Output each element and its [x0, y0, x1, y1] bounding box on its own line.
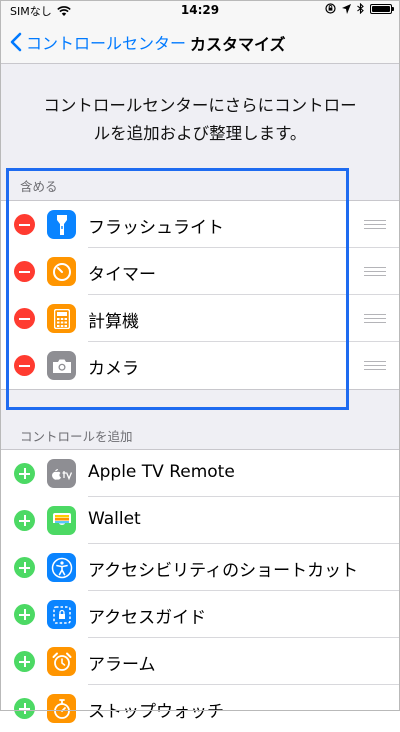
- list-item: 計算機: [0, 294, 400, 342]
- accessibility-icon: [47, 553, 76, 582]
- description: コントロールセンターにさらにコントロー ルを追加および整理します。: [20, 92, 380, 148]
- remove-button[interactable]: [14, 308, 35, 329]
- add-button[interactable]: [14, 651, 35, 672]
- list-item: アクセシビリティのショートカット: [0, 543, 400, 591]
- included-section-header: 含める: [20, 179, 58, 194]
- list-item: ストップウォッチ: [0, 684, 400, 732]
- reorder-handle[interactable]: [364, 361, 386, 370]
- navigation-bar: コントロールセンター カスタマイズ: [0, 20, 400, 64]
- list-item: Apple TV Remote: [0, 450, 400, 497]
- flashlight-icon: [47, 210, 76, 239]
- list-item: フラッシュライト: [0, 201, 400, 248]
- bluetooth-icon: [357, 3, 364, 14]
- reorder-handle[interactable]: [364, 220, 386, 229]
- item-label: Apple TV Remote: [88, 462, 235, 482]
- guided-access-icon: [47, 600, 76, 629]
- location-icon: [342, 3, 351, 14]
- add-button[interactable]: [14, 557, 35, 578]
- item-label: タイマー: [88, 265, 156, 285]
- list-item: カメラ: [0, 341, 400, 389]
- stopwatch-icon: [47, 694, 76, 723]
- item-label: アクセスガイド: [88, 608, 207, 628]
- back-button[interactable]: コントロールセンター: [10, 30, 186, 54]
- add-button[interactable]: [14, 604, 35, 625]
- chevron-left-icon: [10, 32, 22, 52]
- battery-icon: [370, 3, 394, 14]
- remove-button[interactable]: [14, 261, 35, 282]
- status-bar: SIMなし 14:29: [0, 0, 400, 20]
- add-section-header: コントロールを追加: [20, 429, 133, 444]
- add-button[interactable]: [14, 510, 35, 531]
- add-button[interactable]: [14, 698, 35, 719]
- item-label: 計算機: [88, 312, 139, 332]
- add-button[interactable]: [14, 463, 35, 484]
- apple-tv-icon: [47, 459, 76, 488]
- wallet-icon: [47, 506, 76, 535]
- timer-icon: [47, 257, 76, 286]
- list-item: タイマー: [0, 247, 400, 295]
- camera-icon: [47, 351, 76, 380]
- item-label: アラーム: [88, 655, 156, 675]
- back-label: コントロールセンター: [26, 34, 187, 53]
- more-controls-list: Apple TV Remote Wallet アクセシビリティのショートカット …: [0, 449, 400, 732]
- item-label: フラッシュライト: [88, 218, 224, 238]
- list-item: Wallet: [0, 496, 400, 544]
- item-label: アクセシビリティのショートカット: [88, 561, 359, 581]
- page-title: カスタマイズ: [190, 35, 286, 54]
- list-item: アラーム: [0, 637, 400, 685]
- rotation-lock-icon: [325, 3, 336, 14]
- item-label: ストップウォッチ: [88, 702, 224, 722]
- list-item: アクセスガイド: [0, 590, 400, 638]
- calculator-icon: [47, 304, 76, 333]
- description-line-2: ルを追加および整理します。: [93, 124, 307, 143]
- reorder-handle[interactable]: [364, 314, 386, 323]
- remove-button[interactable]: [14, 355, 35, 376]
- remove-button[interactable]: [14, 214, 35, 235]
- status-right: [325, 3, 394, 14]
- alarm-icon: [47, 647, 76, 676]
- description-line-1: コントロールセンターにさらにコントロー: [43, 96, 357, 115]
- item-label: カメラ: [88, 359, 139, 379]
- reorder-handle[interactable]: [364, 267, 386, 276]
- included-list: フラッシュライト タイマー 計算機 カメラ: [0, 200, 400, 390]
- item-label: Wallet: [88, 509, 141, 529]
